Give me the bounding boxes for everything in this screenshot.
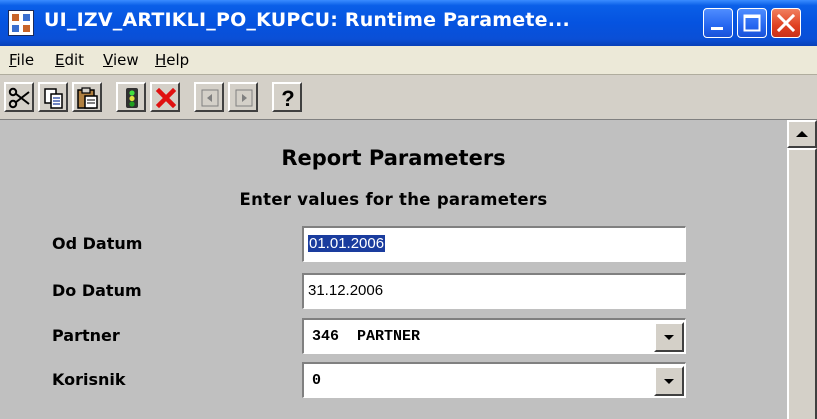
od-datum-field[interactable]: 01.01.2006 [302,226,686,262]
previous-icon [201,89,219,107]
do-datum-value: 31.12.2006 [308,282,384,299]
cut-icon [8,87,30,109]
korisnik-select[interactable]: 0 [302,362,686,398]
run-icon [126,88,138,108]
window-title: UI_IZV_ARTIKLI_PO_KUPCU: Runtime Paramet… [44,9,570,31]
cancel-button[interactable] [150,82,180,112]
od-datum-label: Od Datum [52,234,143,253]
chevron-down-icon [664,335,674,340]
parameter-form: Report Parameters Enter values for the p… [0,120,787,419]
runtime-parameter-window: UI_IZV_ARTIKLI_PO_KUPCU: Runtime Paramet… [0,0,817,419]
maximize-button[interactable] [737,8,767,38]
menu-file[interactable]: File [9,51,34,69]
menu-help[interactable]: Help [155,51,189,69]
next-button[interactable] [228,82,258,112]
scroll-thumb[interactable] [787,148,817,419]
help-icon: ? [281,86,294,110]
close-icon [776,13,796,33]
next-icon [235,89,253,107]
cancel-icon [155,87,177,109]
app-icon[interactable] [8,10,34,36]
copy-icon [44,88,63,109]
partner-dropdown-button[interactable] [654,322,684,352]
partner-label: Partner [52,326,120,345]
minimize-button[interactable] [703,8,733,38]
korisnik-label: Korisnik [52,370,126,389]
menu-edit[interactable]: Edit [55,51,84,69]
scroll-up-button[interactable] [787,120,817,148]
od-datum-value: 01.01.2006 [308,235,386,252]
copy-button[interactable] [38,82,68,112]
do-datum-label: Do Datum [52,281,142,300]
vertical-scrollbar[interactable] [787,120,817,419]
paste-icon [77,87,98,109]
chevron-up-icon [796,131,808,137]
help-glyph: ? [281,86,294,110]
menu-bar: File Edit View Help [0,46,817,75]
korisnik-dropdown-button[interactable] [654,366,684,396]
form-subheading: Enter values for the parameters [239,190,548,209]
cut-button[interactable] [4,82,34,112]
run-button[interactable] [116,82,146,112]
paste-button[interactable] [72,82,102,112]
minimize-icon [711,27,723,30]
korisnik-value: 0 [312,372,322,389]
chevron-down-icon [664,379,674,384]
do-datum-field[interactable]: 31.12.2006 [302,273,686,309]
help-button[interactable]: ? [272,82,302,112]
menu-view[interactable]: View [103,51,139,69]
toolbar: ? [0,75,817,120]
previous-button[interactable] [194,82,224,112]
partner-value: 346 PARTNER [312,328,421,345]
form-heading: Report Parameters [281,146,506,170]
maximize-icon [743,14,761,32]
partner-select[interactable]: 346 PARTNER [302,318,686,354]
close-button[interactable] [771,8,801,38]
title-bar[interactable]: UI_IZV_ARTIKLI_PO_KUPCU: Runtime Paramet… [0,0,817,46]
